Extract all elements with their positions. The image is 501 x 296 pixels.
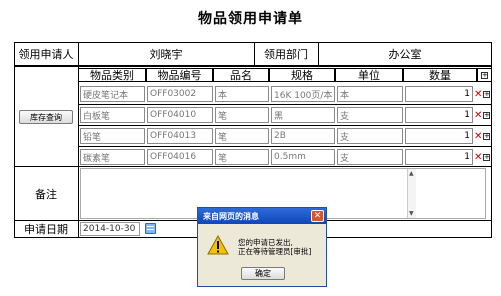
qty-input[interactable]: 1 [405,86,473,102]
unit-input[interactable]: 支 [337,149,403,165]
spec-input[interactable]: 黑 [271,107,335,123]
spec-input[interactable]: 16K 100页/本 [271,86,335,102]
table-row: 硬皮笔记本 OFF03002 本 16K 100页/本 本 1 ✕ + [78,84,492,104]
items-table: 物品类别 物品编号 品名 规格 单位 数量 + 硬皮笔记本 OFF03002 本… [78,68,492,167]
spec-input[interactable]: 2B [271,128,335,144]
applicant-label: 领用申请人 [18,48,74,61]
unit-input[interactable]: 本 [337,86,403,102]
col-header-category: 物品类别 [78,68,146,82]
dialog-message: 您的申请已发出, 正在等待管理员[审批] [238,238,311,256]
warning-triangle-icon [207,235,229,255]
qty-input[interactable]: 1 [405,107,473,123]
department-value[interactable]: 办公室 [318,42,492,66]
remarks-scrollbar[interactable]: ▲ ▼ [407,169,416,218]
department-label: 领用部门 [264,48,308,61]
name-input[interactable]: 笔 [215,107,269,123]
delete-row-icon[interactable]: ✕ [474,111,482,121]
code-input[interactable]: OFF03002 [147,86,213,102]
col-header-code: 物品编号 [146,68,213,82]
unit-input[interactable]: 支 [337,128,403,144]
page-title: 物品领用申请单 [198,11,303,27]
code-input[interactable]: OFF04010 [147,107,213,123]
plus-square-icon[interactable]: + [483,112,490,119]
table-row: 铅笔 OFF04013 笔 2B 支 1 ✕ + [78,126,492,146]
name-input[interactable]: 本 [215,86,269,102]
qty-input[interactable]: 1 [405,149,473,165]
plus-square-icon[interactable]: + [483,154,490,161]
code-input[interactable]: OFF04013 [147,128,213,144]
delete-row-icon[interactable]: ✕ [474,132,482,142]
ok-button[interactable]: 确定 [241,267,285,280]
col-header-name: 品名 [213,68,269,82]
col-header-unit: 单位 [335,68,403,82]
stock-query-button[interactable]: 库存查询 [19,110,73,124]
delete-row-icon[interactable]: ✕ [474,153,482,163]
table-row: 碳素笔 OFF04016 笔 0.5mm 支 1 ✕ + [78,147,492,167]
add-row-cell: + [477,68,492,82]
category-input[interactable]: 碳素笔 [80,149,145,165]
qty-input[interactable]: 1 [405,128,473,144]
plus-square-icon[interactable]: + [483,133,490,140]
category-input[interactable]: 白板笔 [80,107,145,123]
category-input[interactable]: 铅笔 [80,128,145,144]
alert-dialog: 来自网页的消息 ✕ 您的申请已发出, 正在等待管理员[审批] 确定 [197,207,327,287]
date-input[interactable]: 2014-10-30 [80,222,140,236]
calendar-icon[interactable] [145,223,156,234]
name-input[interactable]: 笔 [215,128,269,144]
remarks-label: 备注 [35,187,57,201]
table-row: 白板笔 OFF04010 笔 黑 支 1 ✕ + [78,105,492,125]
name-input[interactable]: 笔 [215,149,269,165]
dialog-message-line2: 正在等待管理员[审批] [238,247,312,256]
dialog-message-line1: 您的申请已发出, [238,238,293,247]
category-input[interactable]: 硬皮笔记本 [80,86,145,102]
date-label: 申请日期 [24,223,68,236]
delete-row-icon[interactable]: ✕ [474,90,482,100]
unit-input[interactable]: 支 [337,107,403,123]
code-input[interactable]: OFF04016 [147,149,213,165]
plus-square-icon[interactable]: + [481,71,488,79]
applicant-value[interactable]: 刘晓宇 [78,42,254,66]
col-header-spec: 规格 [269,68,335,82]
dialog-title: 来自网页的消息 [198,208,326,224]
spec-input[interactable]: 0.5mm [271,149,335,165]
close-icon[interactable]: ✕ [311,210,324,222]
plus-square-icon[interactable]: + [483,91,490,98]
col-header-qty: 数量 [403,68,477,82]
